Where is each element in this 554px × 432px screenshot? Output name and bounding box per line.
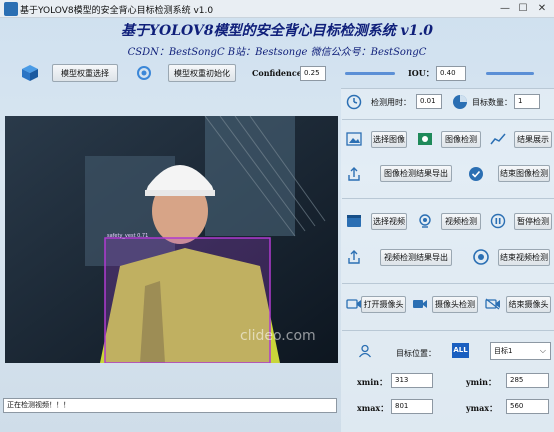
minimize-button[interactable]: — bbox=[496, 2, 514, 16]
iou-field[interactable]: 0.40 bbox=[436, 66, 466, 81]
clock-icon bbox=[345, 93, 363, 111]
open-camera-button[interactable]: 打开摄像头 bbox=[361, 296, 406, 313]
count-label: 目标数量： bbox=[472, 98, 512, 107]
time-label: 检测用时： bbox=[371, 98, 411, 107]
ymax-field: 560 bbox=[506, 399, 549, 414]
export-icon bbox=[345, 166, 363, 182]
divider bbox=[342, 283, 554, 284]
ymin-label: ymin： bbox=[466, 377, 496, 387]
pause-detect-button[interactable]: 暂停检测 bbox=[514, 213, 552, 230]
window-title: 基于YOLOV8模型的安全背心目标检测系统 v1.0 bbox=[20, 6, 214, 16]
image-detect-icon bbox=[416, 131, 434, 147]
video-export-icon bbox=[345, 249, 363, 265]
xmin-label: xmin： bbox=[357, 377, 388, 387]
camera-off-icon bbox=[484, 296, 502, 312]
stop-icon bbox=[472, 248, 490, 266]
result-show-button[interactable]: 结果展示 bbox=[514, 131, 552, 148]
divider bbox=[342, 119, 554, 120]
model-select-button[interactable]: 模型权重选择 bbox=[52, 64, 118, 82]
video-export-button[interactable]: 视频检测结果导出 bbox=[380, 249, 452, 266]
chevron-down-icon: ⌵ bbox=[539, 346, 546, 355]
end-image-detect-button[interactable]: 结束图像检测 bbox=[498, 165, 550, 182]
page-subtitle: CSDN：BestSongC B站：Bestsonge 微信公众号：BestSo… bbox=[127, 47, 427, 58]
time-field: 0.01 bbox=[416, 94, 442, 109]
close-button[interactable]: ✕ bbox=[533, 2, 551, 16]
video-watermark: clideo.com bbox=[240, 328, 316, 344]
confidence-field[interactable]: 0.25 bbox=[300, 66, 326, 81]
xmax-field: 801 bbox=[391, 399, 433, 414]
confidence-slider[interactable] bbox=[345, 72, 395, 75]
count-field: 1 bbox=[514, 94, 540, 109]
all-badge: ALL bbox=[452, 343, 469, 358]
video-display: safety_vest 0.71 clideo.com bbox=[5, 116, 338, 363]
check-icon bbox=[467, 165, 485, 183]
app-icon bbox=[4, 2, 18, 16]
gear-icon bbox=[134, 63, 154, 83]
chart-line-icon bbox=[489, 131, 507, 147]
camera-detect-button[interactable]: 摄像头检测 bbox=[432, 296, 478, 313]
ymax-label: ymax： bbox=[466, 403, 498, 413]
image-detect-button[interactable]: 图像检测 bbox=[441, 131, 481, 148]
maximize-button[interactable]: ☐ bbox=[514, 2, 532, 16]
divider bbox=[342, 330, 554, 331]
target-select-value: 目标1 bbox=[494, 347, 513, 355]
video-file-icon bbox=[345, 213, 363, 229]
iou-label: IOU： bbox=[408, 68, 434, 78]
select-image-button[interactable]: 选择图像 bbox=[371, 131, 407, 148]
detection-label: safety_vest 0.71 bbox=[107, 233, 149, 239]
webcam-icon bbox=[416, 213, 434, 229]
xmin-field: 313 bbox=[391, 373, 433, 388]
model-init-button[interactable]: 模型权重初始化 bbox=[168, 64, 236, 82]
user-icon bbox=[357, 343, 373, 359]
pause-icon bbox=[489, 213, 507, 229]
ymin-field: 285 bbox=[506, 373, 549, 388]
select-video-button[interactable]: 选择视频 bbox=[371, 213, 407, 230]
image-icon bbox=[345, 131, 363, 147]
target-position-label: 目标位置： bbox=[396, 349, 436, 358]
xmax-label: xmax： bbox=[357, 403, 389, 413]
target-select[interactable]: 目标1 ⌵ bbox=[490, 342, 551, 360]
page-title: 基于YOLOV8模型的安全背心目标检测系统 v1.0 bbox=[121, 23, 433, 39]
end-camera-button[interactable]: 结束摄像头 bbox=[506, 296, 551, 313]
pie-chart-icon bbox=[451, 93, 469, 111]
status-bar: 正在检测视频！！！ bbox=[3, 398, 337, 413]
confidence-label: Confidence bbox=[252, 68, 302, 78]
image-export-button[interactable]: 图像检测结果导出 bbox=[380, 165, 452, 182]
end-video-detect-button[interactable]: 结束视频检测 bbox=[498, 249, 550, 266]
iou-slider[interactable] bbox=[486, 72, 534, 75]
video-detect-button[interactable]: 视频检测 bbox=[441, 213, 481, 230]
camera-detect-icon bbox=[411, 296, 429, 312]
cube-icon bbox=[20, 63, 40, 83]
divider bbox=[342, 198, 554, 199]
